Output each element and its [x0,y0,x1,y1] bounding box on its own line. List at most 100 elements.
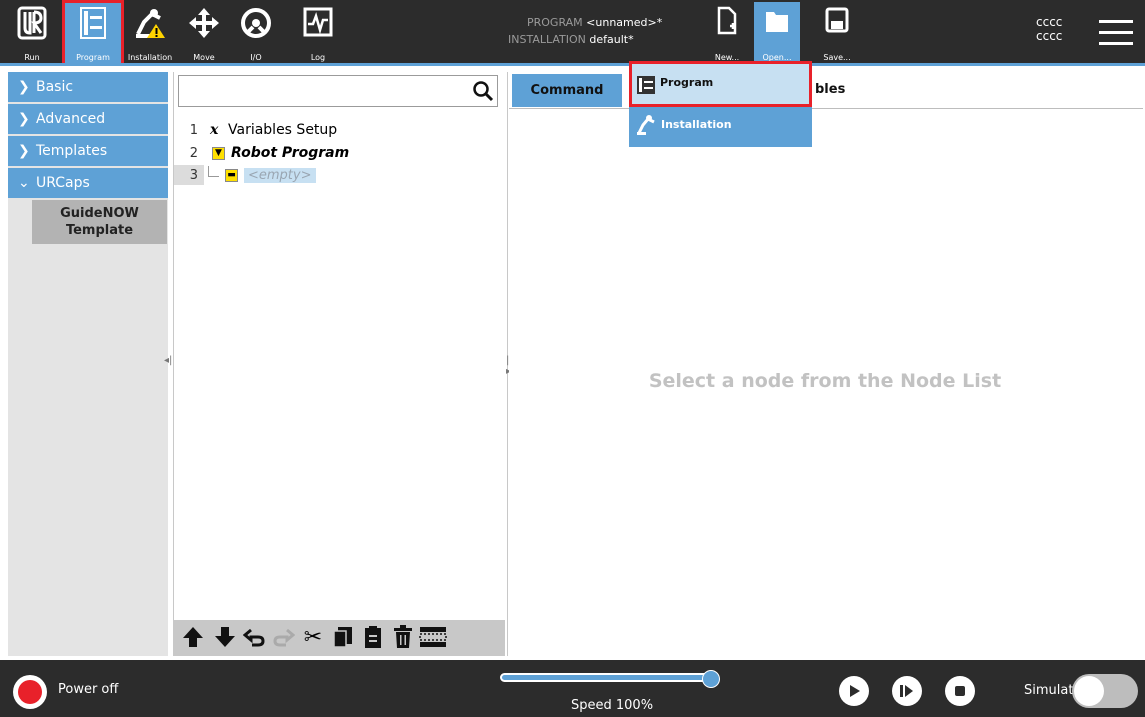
line-number: 1 [189,122,198,138]
tree-row-robot-program[interactable]: 2 ▼ Robot Program [178,142,350,164]
power-label: Power off [58,682,119,697]
speed-slider-knob[interactable] [702,670,720,688]
program-icon [80,7,106,39]
sidebar-item-label: Templates [36,143,108,159]
save-disk-icon [825,7,849,33]
undo-icon[interactable] [242,624,268,650]
urcap-item-label: GuideNOW Template [60,206,139,238]
tree-row-label: Robot Program [231,145,350,161]
paste-icon[interactable] [360,624,386,650]
move-tab[interactable]: Move [180,2,228,64]
top-accent-line [0,63,1145,66]
chevron-down-icon: ⌄ [18,175,30,191]
move-down-icon[interactable] [212,624,238,650]
speed-slider[interactable] [500,673,718,682]
installation-tab[interactable]: Installation [124,2,176,64]
user-line2: cccc [1036,29,1063,43]
sidebar-item-basic[interactable]: ❯ Basic [8,72,168,102]
suppress-icon[interactable] [418,624,448,650]
program-icon [637,76,655,94]
io-tab[interactable]: I/O [232,2,280,64]
open-menu-installation-label: Installation [661,118,732,131]
cut-icon[interactable]: ✂ [300,624,326,650]
play-button[interactable] [839,676,869,706]
move-label: Move [193,53,215,62]
tree-search-input[interactable] [178,75,498,107]
sidebar-item-label: Basic [36,79,74,95]
variables-x-icon: x [210,122,219,138]
program-label: Program [76,53,110,62]
chevron-right-icon: ❯ [18,111,30,127]
move-up-icon[interactable] [180,624,206,650]
sidebar-item-urcaps[interactable]: ⌄ URCaps [8,168,168,198]
step-icon [900,685,913,697]
open-folder-icon [766,12,788,32]
tab-command[interactable]: Command [512,74,622,107]
tab-variables-label: bles [815,82,846,97]
step-button[interactable] [892,676,922,706]
tree-row-label: Variables Setup [228,122,338,138]
chevron-right-icon: ❯ [18,79,30,95]
new-file-icon [717,6,737,35]
stop-button[interactable] [945,676,975,706]
ur-logo-icon [17,6,47,40]
urcap-guidenow-template[interactable]: GuideNOW Template [32,200,167,244]
power-status-icon [18,680,42,704]
save-button[interactable]: Save... [814,2,860,64]
log-label: Log [310,53,326,62]
installation-info-value: default* [589,33,634,46]
sidebar-item-label: URCaps [36,175,90,191]
io-label: I/O [250,53,262,62]
log-tab[interactable]: Log [292,2,344,64]
program-info-label: PROGRAM [527,16,583,29]
open-button[interactable]: Open... [754,2,800,64]
sidebar-item-advanced[interactable]: ❯ Advanced [8,104,168,134]
delete-icon[interactable] [390,624,416,650]
simulation-toggle[interactable] [1072,674,1138,708]
open-menu-installation[interactable]: Installation [629,110,812,140]
run-label: Run [24,53,40,62]
new-button[interactable]: New... [704,2,750,64]
tree-row-label: <empty> [244,167,316,183]
empty-node-icon: ▬ [225,168,238,182]
tree-row-variables-setup[interactable]: 1 x Variables Setup [178,119,337,141]
installation-info: INSTALLATION default* [508,33,634,46]
save-label: Save... [823,53,851,62]
search-icon[interactable] [472,80,494,106]
program-info-value: <unnamed>* [586,16,663,29]
copy-icon[interactable] [330,624,356,650]
line-number: 3 [189,167,198,183]
sidebar-splitter-handle[interactable]: ◂| [164,355,172,371]
program-info: PROGRAM <unnamed>* [527,16,662,29]
tab-command-label: Command [530,83,604,98]
play-icon [850,685,860,697]
installation-icon [637,115,655,135]
run-tab[interactable]: Run [6,2,58,64]
move-arrows-icon [189,8,219,38]
stop-icon [955,686,965,696]
chevron-right-icon: ❯ [18,143,30,159]
open-menu-program-label: Program [660,76,714,89]
simulation-toggle-knob [1074,676,1104,706]
io-gauge-icon [241,8,271,38]
tab-variables[interactable]: bles [815,82,845,97]
installation-info-label: INSTALLATION [508,33,586,46]
open-menu-program[interactable]: Program [629,61,812,107]
log-chart-icon [303,7,333,37]
collapse-triangle-icon[interactable]: ▼ [212,146,225,160]
program-tab[interactable]: Program [62,0,124,66]
tree-row-empty[interactable]: 3 ▬ <empty> [178,164,316,186]
redo-icon[interactable] [270,624,296,650]
installation-label: Installation [127,53,173,62]
speed-label: Speed 100% [571,698,654,713]
installation-warning-icon [136,9,165,38]
sidebar-item-templates[interactable]: ❯ Templates [8,136,168,166]
empty-selection-message: Select a node from the Node List [648,370,1002,392]
user-line1: cccc [1036,15,1063,29]
node-detail-panel [509,72,1143,656]
power-button[interactable] [13,675,47,709]
sidebar-item-label: Advanced [36,111,106,127]
hamburger-menu-icon[interactable] [1099,20,1133,46]
line-number: 2 [189,145,198,161]
tree-connector [208,165,219,177]
